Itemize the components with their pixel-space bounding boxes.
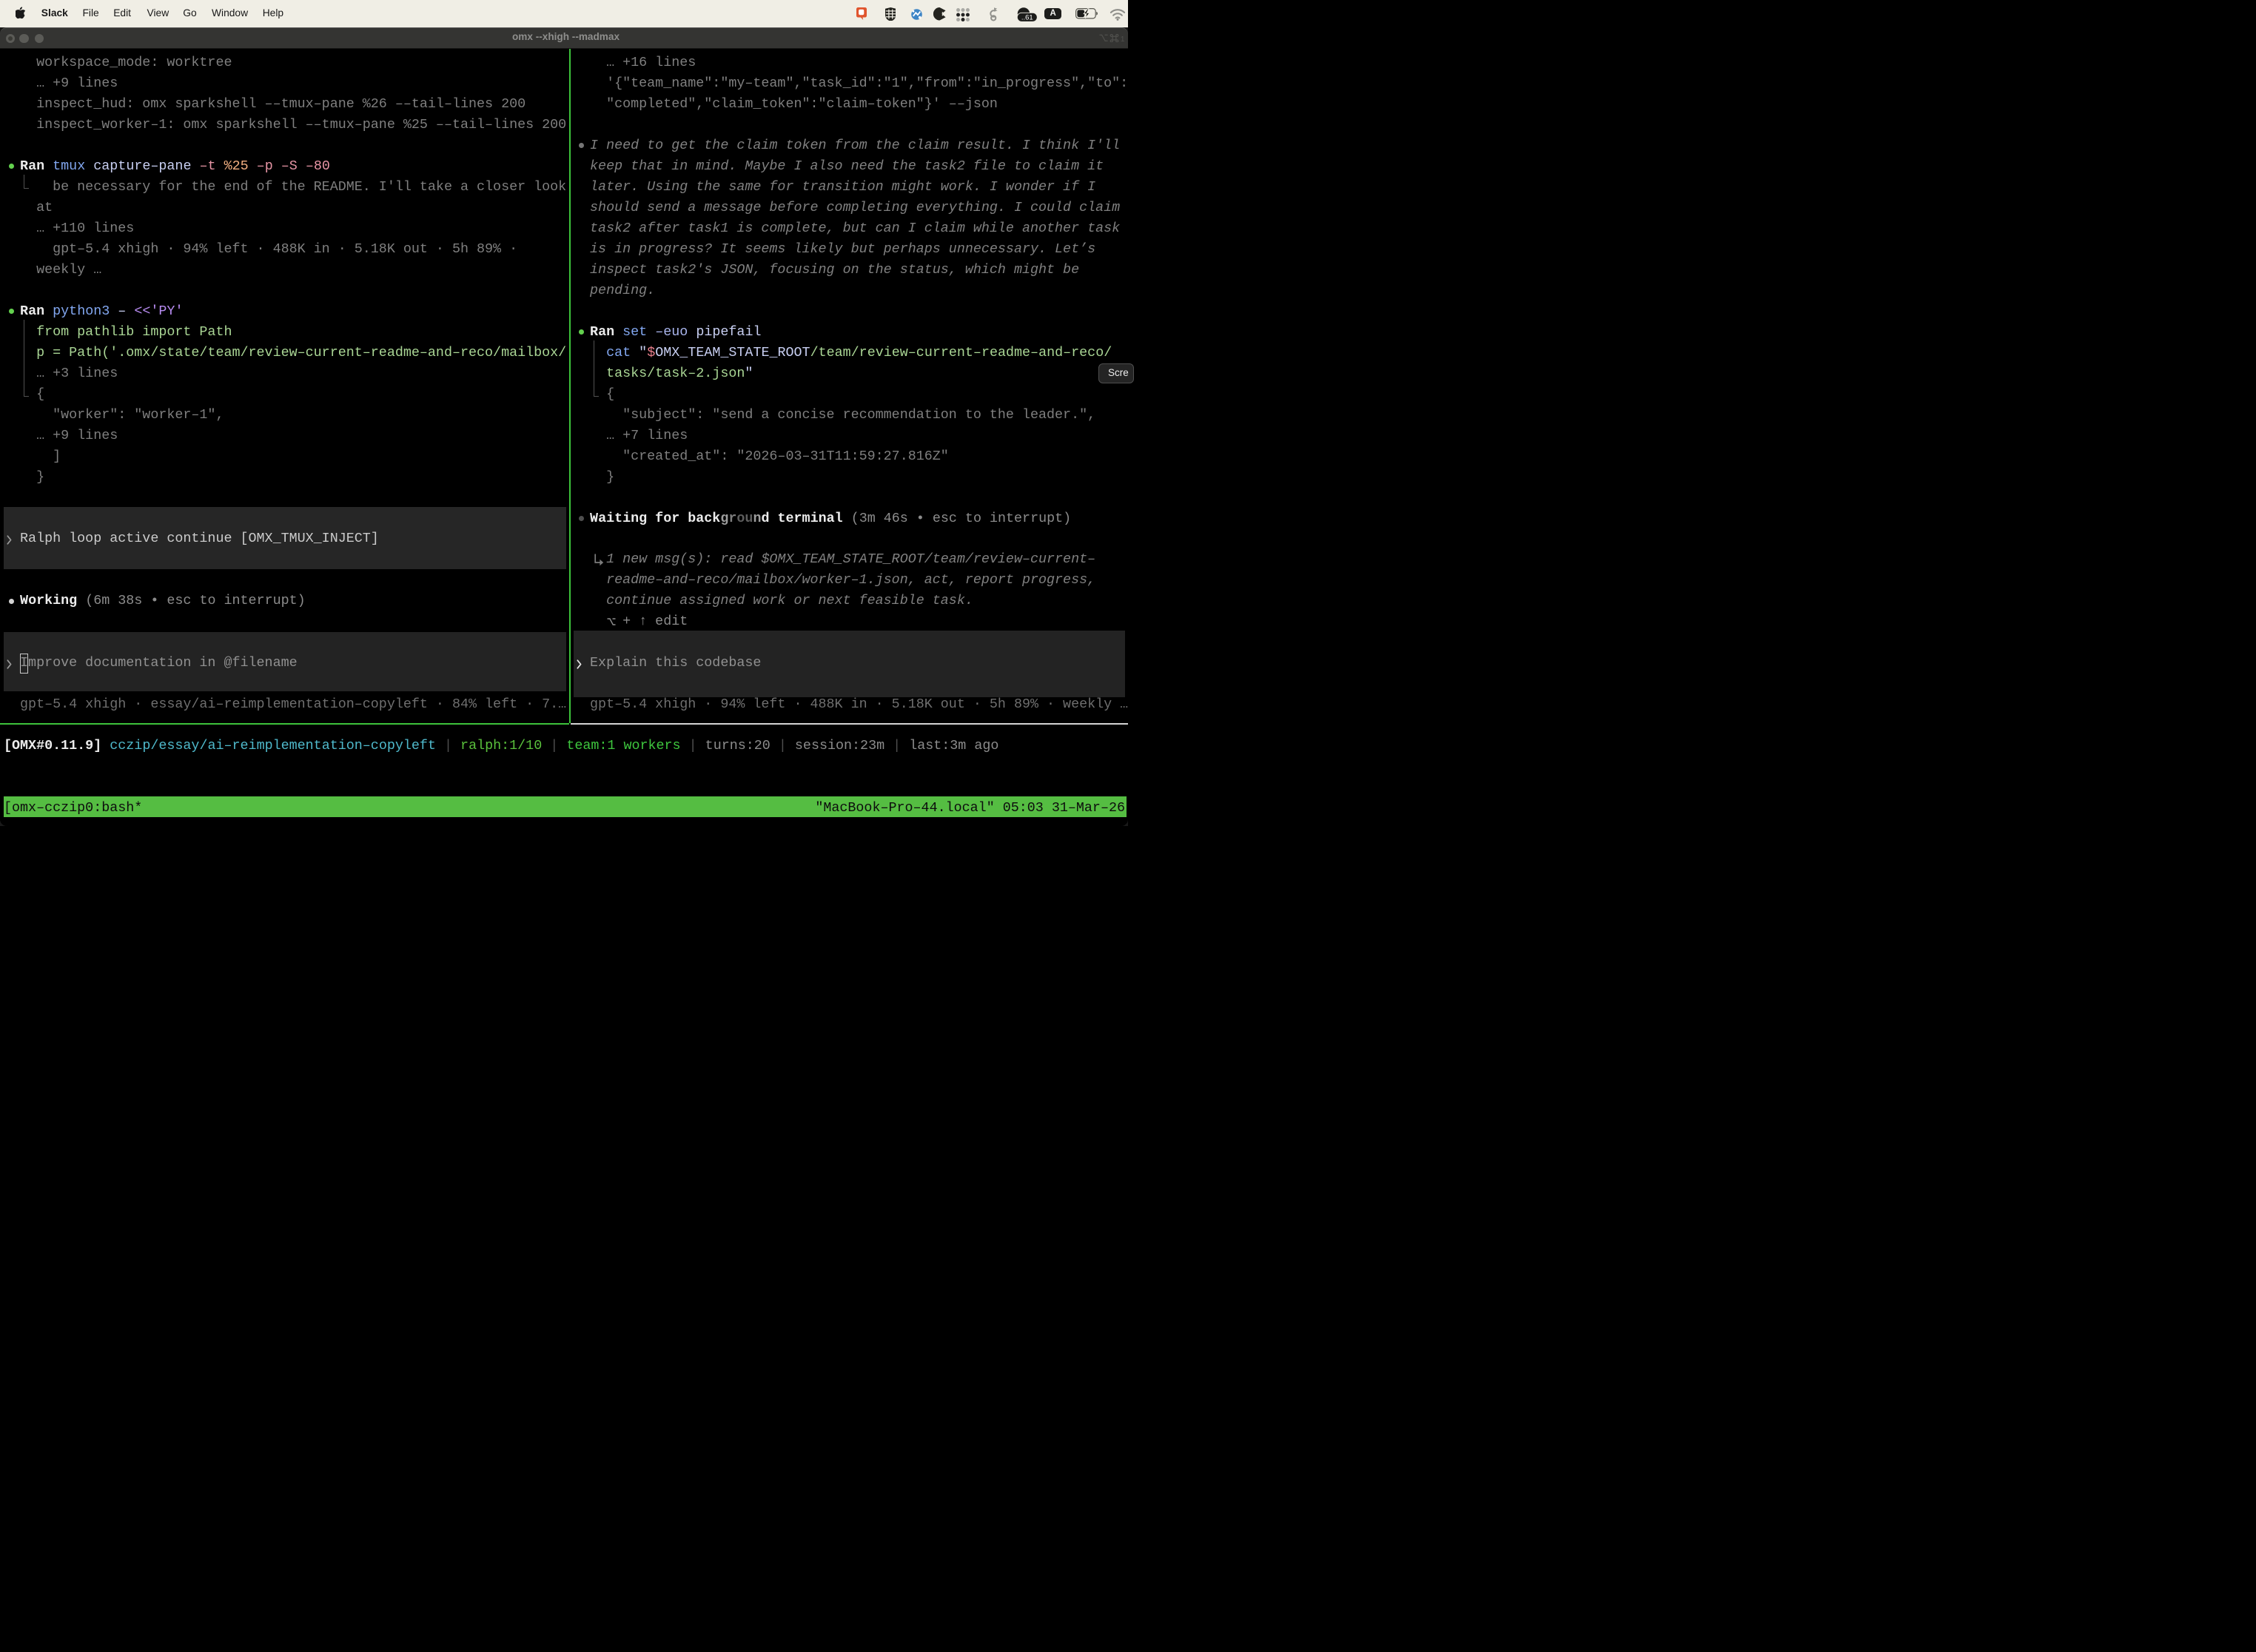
svg-text:..61: ..61: [1021, 13, 1033, 21]
svg-text:1: 1: [1121, 35, 1125, 42]
